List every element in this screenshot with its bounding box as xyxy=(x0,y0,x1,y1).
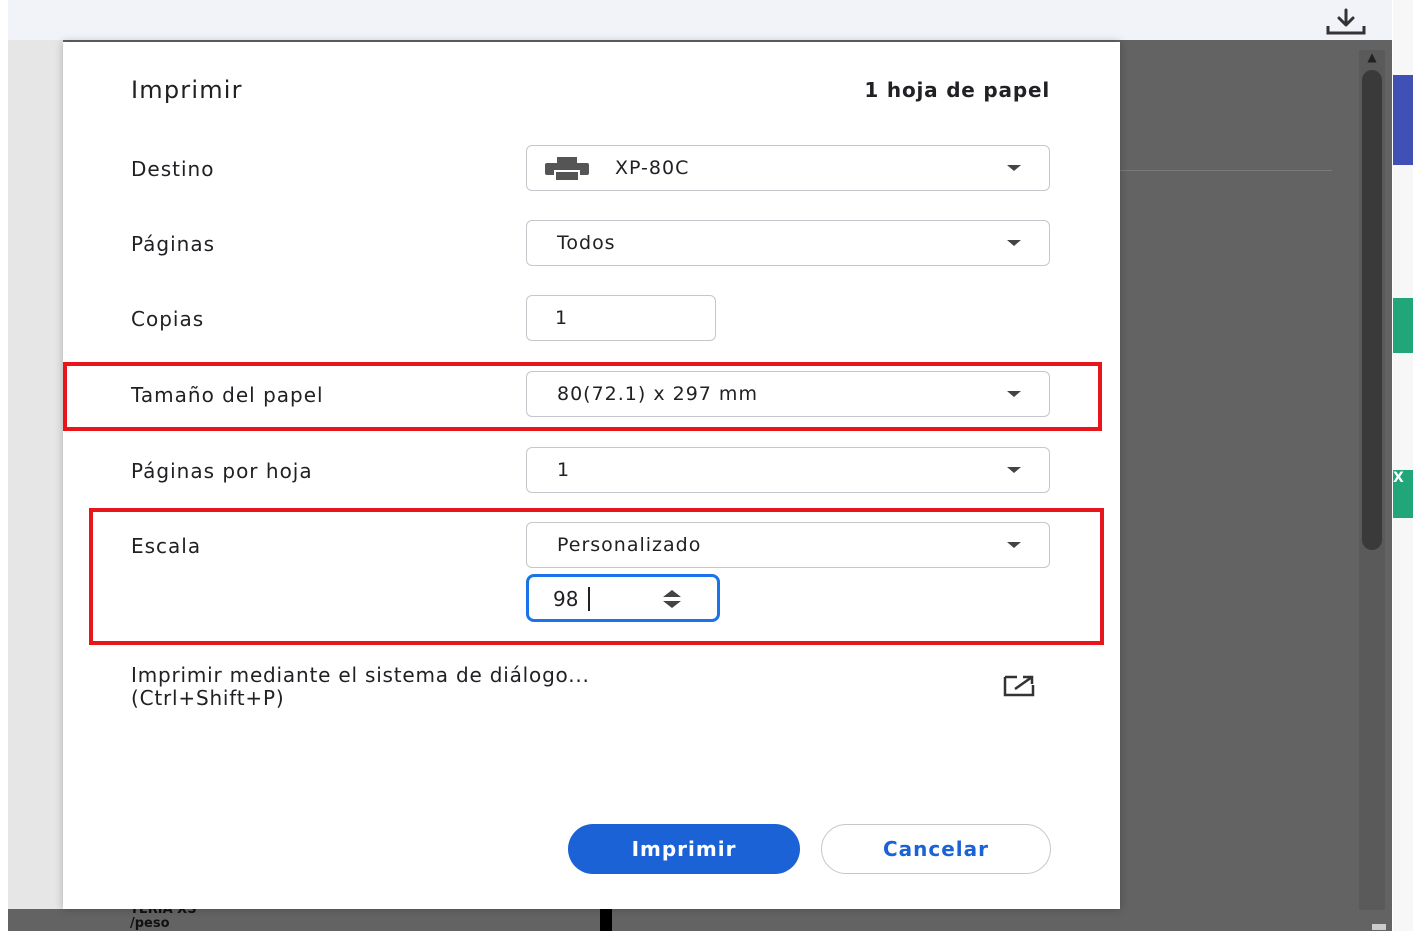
system-dialog-link[interactable]: Imprimir mediante el sistema de diálogo.… xyxy=(131,664,590,710)
open-external-icon[interactable] xyxy=(999,673,1039,699)
scrollbar-thumb[interactable] xyxy=(1362,70,1382,550)
right-side-tab-green[interactable] xyxy=(1393,298,1413,353)
pages-per-sheet-select[interactable]: 1 xyxy=(526,447,1050,493)
chevron-down-icon xyxy=(1007,467,1021,473)
chevron-down-icon xyxy=(1007,391,1021,397)
scroll-up-icon[interactable]: ▲ xyxy=(1362,51,1382,63)
preview-divider xyxy=(1120,170,1332,171)
dialog-title: Imprimir xyxy=(131,76,243,104)
copies-label: Copias xyxy=(131,307,205,331)
pages-per-sheet-value: 1 xyxy=(557,459,571,481)
pages-per-sheet-label: Páginas por hoja xyxy=(131,459,313,483)
system-dialog-shortcut: (Ctrl+Shift+P) xyxy=(131,686,285,710)
copies-value: 1 xyxy=(555,307,568,329)
paper-size-select[interactable]: 80(72.1) x 297 mm xyxy=(526,371,1050,417)
pages-value: Todos xyxy=(557,232,616,254)
pages-label: Páginas xyxy=(131,232,216,256)
sheet-count: 1 hoja de papel xyxy=(864,78,1050,102)
copies-input[interactable]: 1 xyxy=(526,295,716,341)
preview-black-bar xyxy=(600,908,612,931)
browser-top-bar xyxy=(8,0,1392,41)
pages-select[interactable]: Todos xyxy=(526,220,1050,266)
cancel-button[interactable]: Cancelar xyxy=(821,824,1051,874)
scale-custom-input[interactable]: 98 xyxy=(526,574,720,622)
destination-select[interactable]: XP-80C xyxy=(526,145,1050,191)
right-side-tab-x[interactable]: X xyxy=(1393,470,1413,518)
paper-size-label: Tamaño del papel xyxy=(131,383,324,407)
chevron-down-icon xyxy=(1007,165,1021,171)
printer-icon xyxy=(545,157,589,182)
spinner-icon[interactable] xyxy=(659,587,685,611)
left-gutter xyxy=(8,40,63,909)
scale-label: Escala xyxy=(131,534,202,558)
paper-size-value: 80(72.1) x 297 mm xyxy=(557,383,758,405)
scale-value: Personalizado xyxy=(557,534,702,556)
right-side-tab-blue[interactable] xyxy=(1393,75,1413,165)
destination-value: XP-80C xyxy=(615,157,690,179)
text-caret xyxy=(588,587,590,611)
print-button[interactable]: Imprimir xyxy=(568,824,800,874)
download-icon[interactable] xyxy=(1322,6,1370,38)
chevron-down-icon xyxy=(1007,542,1021,548)
destination-label: Destino xyxy=(131,157,215,181)
scale-select[interactable]: Personalizado xyxy=(526,522,1050,568)
scroll-down-corner xyxy=(1372,924,1386,930)
preview-text-line2: /peso xyxy=(130,916,170,931)
system-dialog-text: Imprimir mediante el sistema de diálogo.… xyxy=(131,663,590,687)
scale-custom-value: 98 xyxy=(553,587,579,611)
print-dialog: Imprimir 1 hoja de papel Destino XP-80C … xyxy=(63,42,1120,909)
chevron-down-icon xyxy=(1007,240,1021,246)
